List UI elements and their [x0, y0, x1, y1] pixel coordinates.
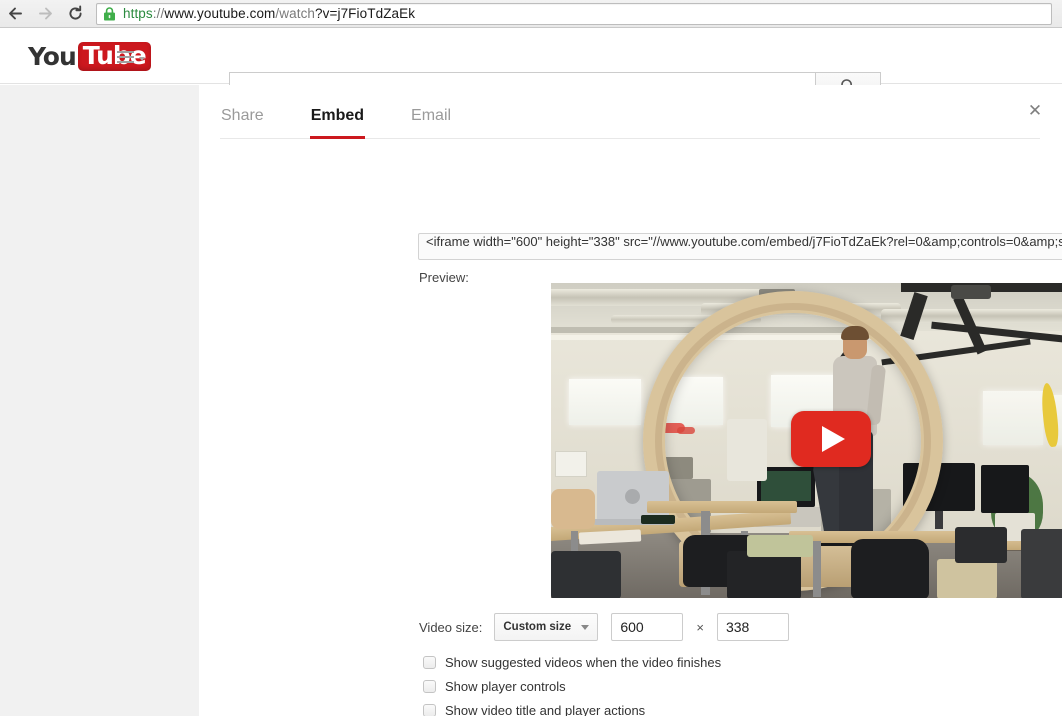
url-query: ?v=j7FioTdZaEk [315, 6, 416, 21]
lock-icon [104, 6, 115, 20]
video-preview-thumbnail[interactable] [551, 283, 1062, 598]
preview-label: Preview: [419, 270, 469, 285]
reload-icon [69, 5, 82, 20]
logo-you-text: You [28, 42, 77, 71]
video-width-input[interactable] [611, 613, 684, 641]
tab-email[interactable]: Email [410, 102, 452, 139]
url-host: www.youtube.com [164, 6, 276, 21]
play-triangle [822, 426, 845, 452]
play-button-icon[interactable] [791, 411, 871, 467]
option-label: Show player controls [445, 679, 566, 694]
option-show-video-title[interactable]: Show video title and player actions [423, 699, 721, 716]
video-size-selected-value: Custom size [503, 621, 572, 633]
checkbox-show-player-controls[interactable] [423, 680, 436, 693]
size-times-symbol: × [696, 619, 704, 635]
tab-embed[interactable]: Embed [309, 102, 366, 139]
chevron-down-icon [581, 624, 590, 630]
embed-code-field[interactable]: <iframe width="600" height="338" src="//… [418, 233, 1062, 260]
option-show-suggested-videos[interactable]: Show suggested videos when the video fin… [423, 651, 721, 674]
youtube-masthead: You Tube [0, 29, 1062, 100]
address-bar[interactable]: https://www.youtube.com/watch?v=j7FioTdZ… [96, 2, 1052, 25]
checkbox-show-suggested-videos[interactable] [423, 656, 436, 669]
video-size-row: Video size: Custom size × [419, 613, 789, 641]
share-tabs: Share Embed Email [220, 102, 1040, 139]
url-path: /watch [275, 6, 316, 21]
video-height-input[interactable] [716, 613, 789, 641]
arrow-right-icon [38, 7, 52, 20]
url-separator: :// [152, 6, 165, 21]
option-label: Show suggested videos when the video fin… [445, 655, 722, 670]
back-button[interactable] [0, 1, 30, 27]
embed-options-list: Show suggested videos when the video fin… [423, 651, 721, 716]
browser-toolbar: https://www.youtube.com/watch?v=j7FioTdZ… [0, 0, 1062, 28]
tab-share[interactable]: Share [220, 102, 265, 139]
url-scheme: https [123, 6, 153, 21]
option-show-player-controls[interactable]: Show player controls [423, 675, 721, 698]
forward-button[interactable] [30, 1, 60, 27]
video-size-label: Video size: [419, 619, 483, 635]
url-text: https://www.youtube.com/watch?v=j7FioTdZ… [123, 6, 415, 21]
video-scene-artwork [551, 283, 1062, 598]
arrow-left-icon [8, 7, 22, 20]
reload-button[interactable] [60, 1, 90, 27]
hamburger-menu-icon [117, 51, 134, 63]
share-panel: ✕ Share Embed Email <iframe width="600" … [199, 85, 1062, 716]
guide-menu-button[interactable] [117, 51, 145, 63]
chevron-down-icon [139, 56, 145, 61]
checkbox-show-video-title[interactable] [423, 704, 436, 716]
video-size-select[interactable]: Custom size [494, 613, 599, 641]
option-label: Show video title and player actions [445, 703, 646, 716]
